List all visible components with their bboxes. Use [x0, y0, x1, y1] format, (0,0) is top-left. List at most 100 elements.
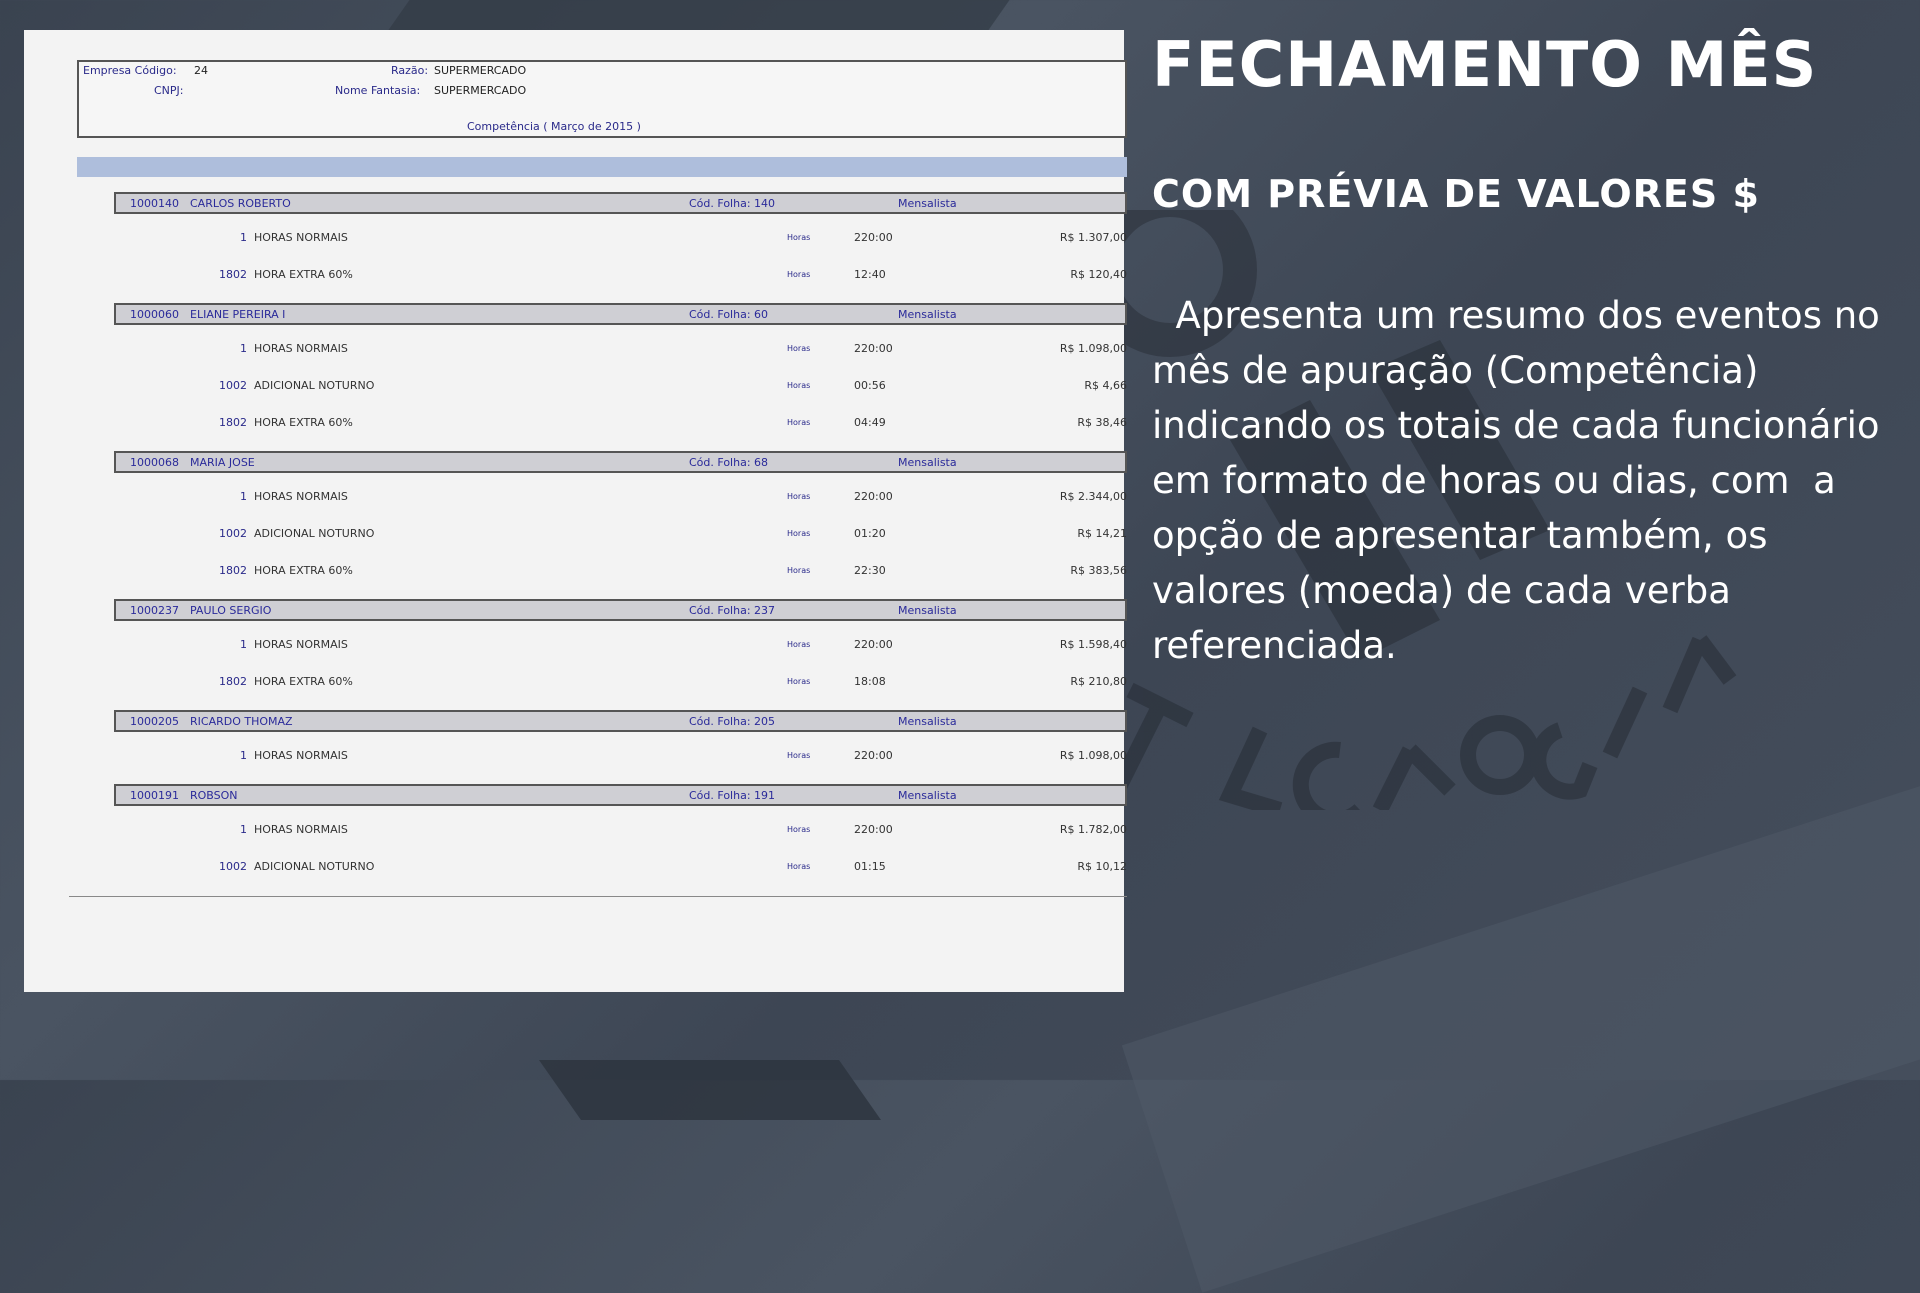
event-amount: R$ 1.598,40: [1059, 638, 1127, 651]
event-desc: HORA EXTRA 60%: [254, 675, 353, 688]
event-unit: Horas: [787, 418, 811, 427]
employee-name: CARLOS ROBERTO: [190, 197, 291, 210]
event-qty: 220:00: [854, 749, 893, 762]
employee-header-row: 1000060 ELIANE PEREIRA I Cód. Folha: 60 Men…: [114, 303, 1127, 325]
employee-id: 1000068: [130, 456, 179, 469]
employee-name: ROBSON: [190, 789, 238, 802]
employee-folha: Cód. Folha: 191: [689, 789, 776, 802]
employee-name: RICARDO THOMAZ: [190, 715, 293, 728]
event-code: 1802: [219, 268, 247, 281]
event-qty: 12:40: [854, 268, 886, 281]
event-unit: Horas: [787, 492, 811, 501]
employee-name: ELIANE PEREIRA I: [190, 308, 286, 321]
event-row: 1 HORAS NORMAIS Horas 220:00 R$ 1.598,40: [114, 636, 1127, 654]
event-qty: 04:49: [854, 416, 886, 429]
employee-header-row: 1000237 PAULO SERGIO Cód. Folha: 237 Mensal…: [114, 599, 1127, 621]
empresa-label: Empresa Código:: [83, 64, 177, 77]
employee-folha: Cód. Folha: 60: [689, 308, 769, 321]
event-amount: R$ 1.098,00: [1059, 749, 1127, 762]
empresa-codigo: 24: [194, 64, 208, 77]
background-shape: [538, 1060, 882, 1120]
event-desc: ADICIONAL NOTURNO: [254, 860, 375, 873]
event-qty: 00:56: [854, 379, 886, 392]
event-qty: 01:15: [854, 860, 886, 873]
event-row: 1 HORAS NORMAIS Horas 220:00 R$ 1.782,00: [114, 821, 1127, 839]
employee-tipo: Mensalista: [898, 308, 957, 321]
employee-folha: Cód. Folha: 68: [689, 456, 769, 469]
event-code: 1: [240, 490, 247, 503]
event-code: 1: [240, 231, 247, 244]
employee-id: 1000237: [130, 604, 179, 617]
employee-id: 1000191: [130, 789, 179, 802]
event-desc: HORAS NORMAIS: [254, 749, 348, 762]
event-code: 1002: [219, 860, 247, 873]
employee-id: 1000060: [130, 308, 179, 321]
employee-folha: Cód. Folha: 237: [689, 604, 776, 617]
event-amount: R$ 14,21: [1077, 527, 1127, 540]
employee-folha: Cód. Folha: 205: [689, 715, 776, 728]
employee-header-row: 1000140 CARLOS ROBERTO Cód. Folha: 140 Mens…: [114, 192, 1127, 214]
event-code: 1802: [219, 564, 247, 577]
event-qty: 22:30: [854, 564, 886, 577]
event-desc: HORAS NORMAIS: [254, 823, 348, 836]
competencia-label: Competência ( Março de 2015 ): [467, 120, 641, 133]
event-desc: ADICIONAL NOTURNO: [254, 527, 375, 540]
event-row: 1802 HORA EXTRA 60% Horas 12:40 R$ 120,40: [114, 266, 1127, 284]
employee-tipo: Mensalista: [898, 789, 957, 802]
event-row: 1 HORAS NORMAIS Horas 220:00 R$ 2.344,00: [114, 488, 1127, 506]
event-qty: 220:00: [854, 490, 893, 503]
background-shape: [1121, 767, 1920, 1293]
event-amount: R$ 10,12: [1077, 860, 1127, 873]
event-code: 1: [240, 823, 247, 836]
employee-header-row: 1000191 ROBSON Cód. Folha: 191 Mensalista: [114, 784, 1127, 806]
event-amount: R$ 120,40: [1070, 268, 1127, 281]
employee-name: PAULO SERGIO: [190, 604, 272, 617]
employee-tipo: Mensalista: [898, 604, 957, 617]
event-amount: R$ 2.344,00: [1059, 490, 1127, 503]
event-amount: R$ 1.307,00: [1059, 231, 1127, 244]
event-amount: R$ 383,56: [1070, 564, 1127, 577]
description-text: Apresenta um resumo dos eventos no mês d…: [1152, 294, 1892, 667]
report-document: Empresa Código: 24 Razão: SUPERMERCADO C…: [24, 30, 1127, 992]
event-code: 1802: [219, 675, 247, 688]
employee-tipo: Mensalista: [898, 197, 957, 210]
event-code: 1: [240, 342, 247, 355]
event-amount: R$ 38,46: [1077, 416, 1127, 429]
event-row: 1802 HORA EXTRA 60% Horas 04:49 R$ 38,46: [114, 414, 1127, 432]
event-amount: R$ 1.782,00: [1059, 823, 1127, 836]
event-row: 1002 ADICIONAL NOTURNO Horas 01:20 R$ 14,21: [114, 525, 1127, 543]
event-unit: Horas: [787, 640, 811, 649]
page-subtitle: COM PRÉVIA DE VALORES $: [1152, 172, 1760, 216]
report-header: Empresa Código: 24 Razão: SUPERMERCADO C…: [77, 60, 1127, 138]
employee-name: MARIA JOSE: [190, 456, 255, 469]
event-row: 1 HORAS NORMAIS Horas 220:00 R$ 1.307,00: [114, 229, 1127, 247]
nome-fantasia-value: SUPERMERCADO: [434, 84, 527, 97]
razao-label: Razão:: [391, 64, 429, 77]
employee-tipo: Mensalista: [898, 456, 957, 469]
event-unit: Horas: [787, 825, 811, 834]
event-unit: Horas: [787, 677, 811, 686]
event-unit: Horas: [787, 233, 811, 242]
employee-header-row: 1000205 RICARDO THOMAZ Cód. Folha: 205 Mens…: [114, 710, 1127, 732]
event-desc: HORAS NORMAIS: [254, 638, 348, 651]
page-title: FECHAMENTO MÊS: [1152, 28, 1818, 101]
event-qty: 220:00: [854, 823, 893, 836]
employee-header-row: 1000068 MARIA JOSE Cód. Folha: 68 Mensalist…: [114, 451, 1127, 473]
employee-tipo: Mensalista: [898, 715, 957, 728]
event-amount: R$ 1.098,00: [1059, 342, 1127, 355]
event-qty: 01:20: [854, 527, 886, 540]
event-desc: HORA EXTRA 60%: [254, 268, 353, 281]
employee-id: 1000140: [130, 197, 179, 210]
event-desc: HORAS NORMAIS: [254, 231, 348, 244]
section-band: [77, 157, 1127, 177]
event-row: 1002 ADICIONAL NOTURNO Horas 00:56 R$ 4,66: [114, 377, 1127, 395]
event-amount: R$ 210,80: [1070, 675, 1127, 688]
event-unit: Horas: [787, 566, 811, 575]
event-unit: Horas: [787, 344, 811, 353]
event-unit: Horas: [787, 751, 811, 760]
event-code: 1802: [219, 416, 247, 429]
event-qty: 220:00: [854, 342, 893, 355]
event-unit: Horas: [787, 862, 811, 871]
event-desc: ADICIONAL NOTURNO: [254, 379, 375, 392]
event-desc: HORAS NORMAIS: [254, 490, 348, 503]
